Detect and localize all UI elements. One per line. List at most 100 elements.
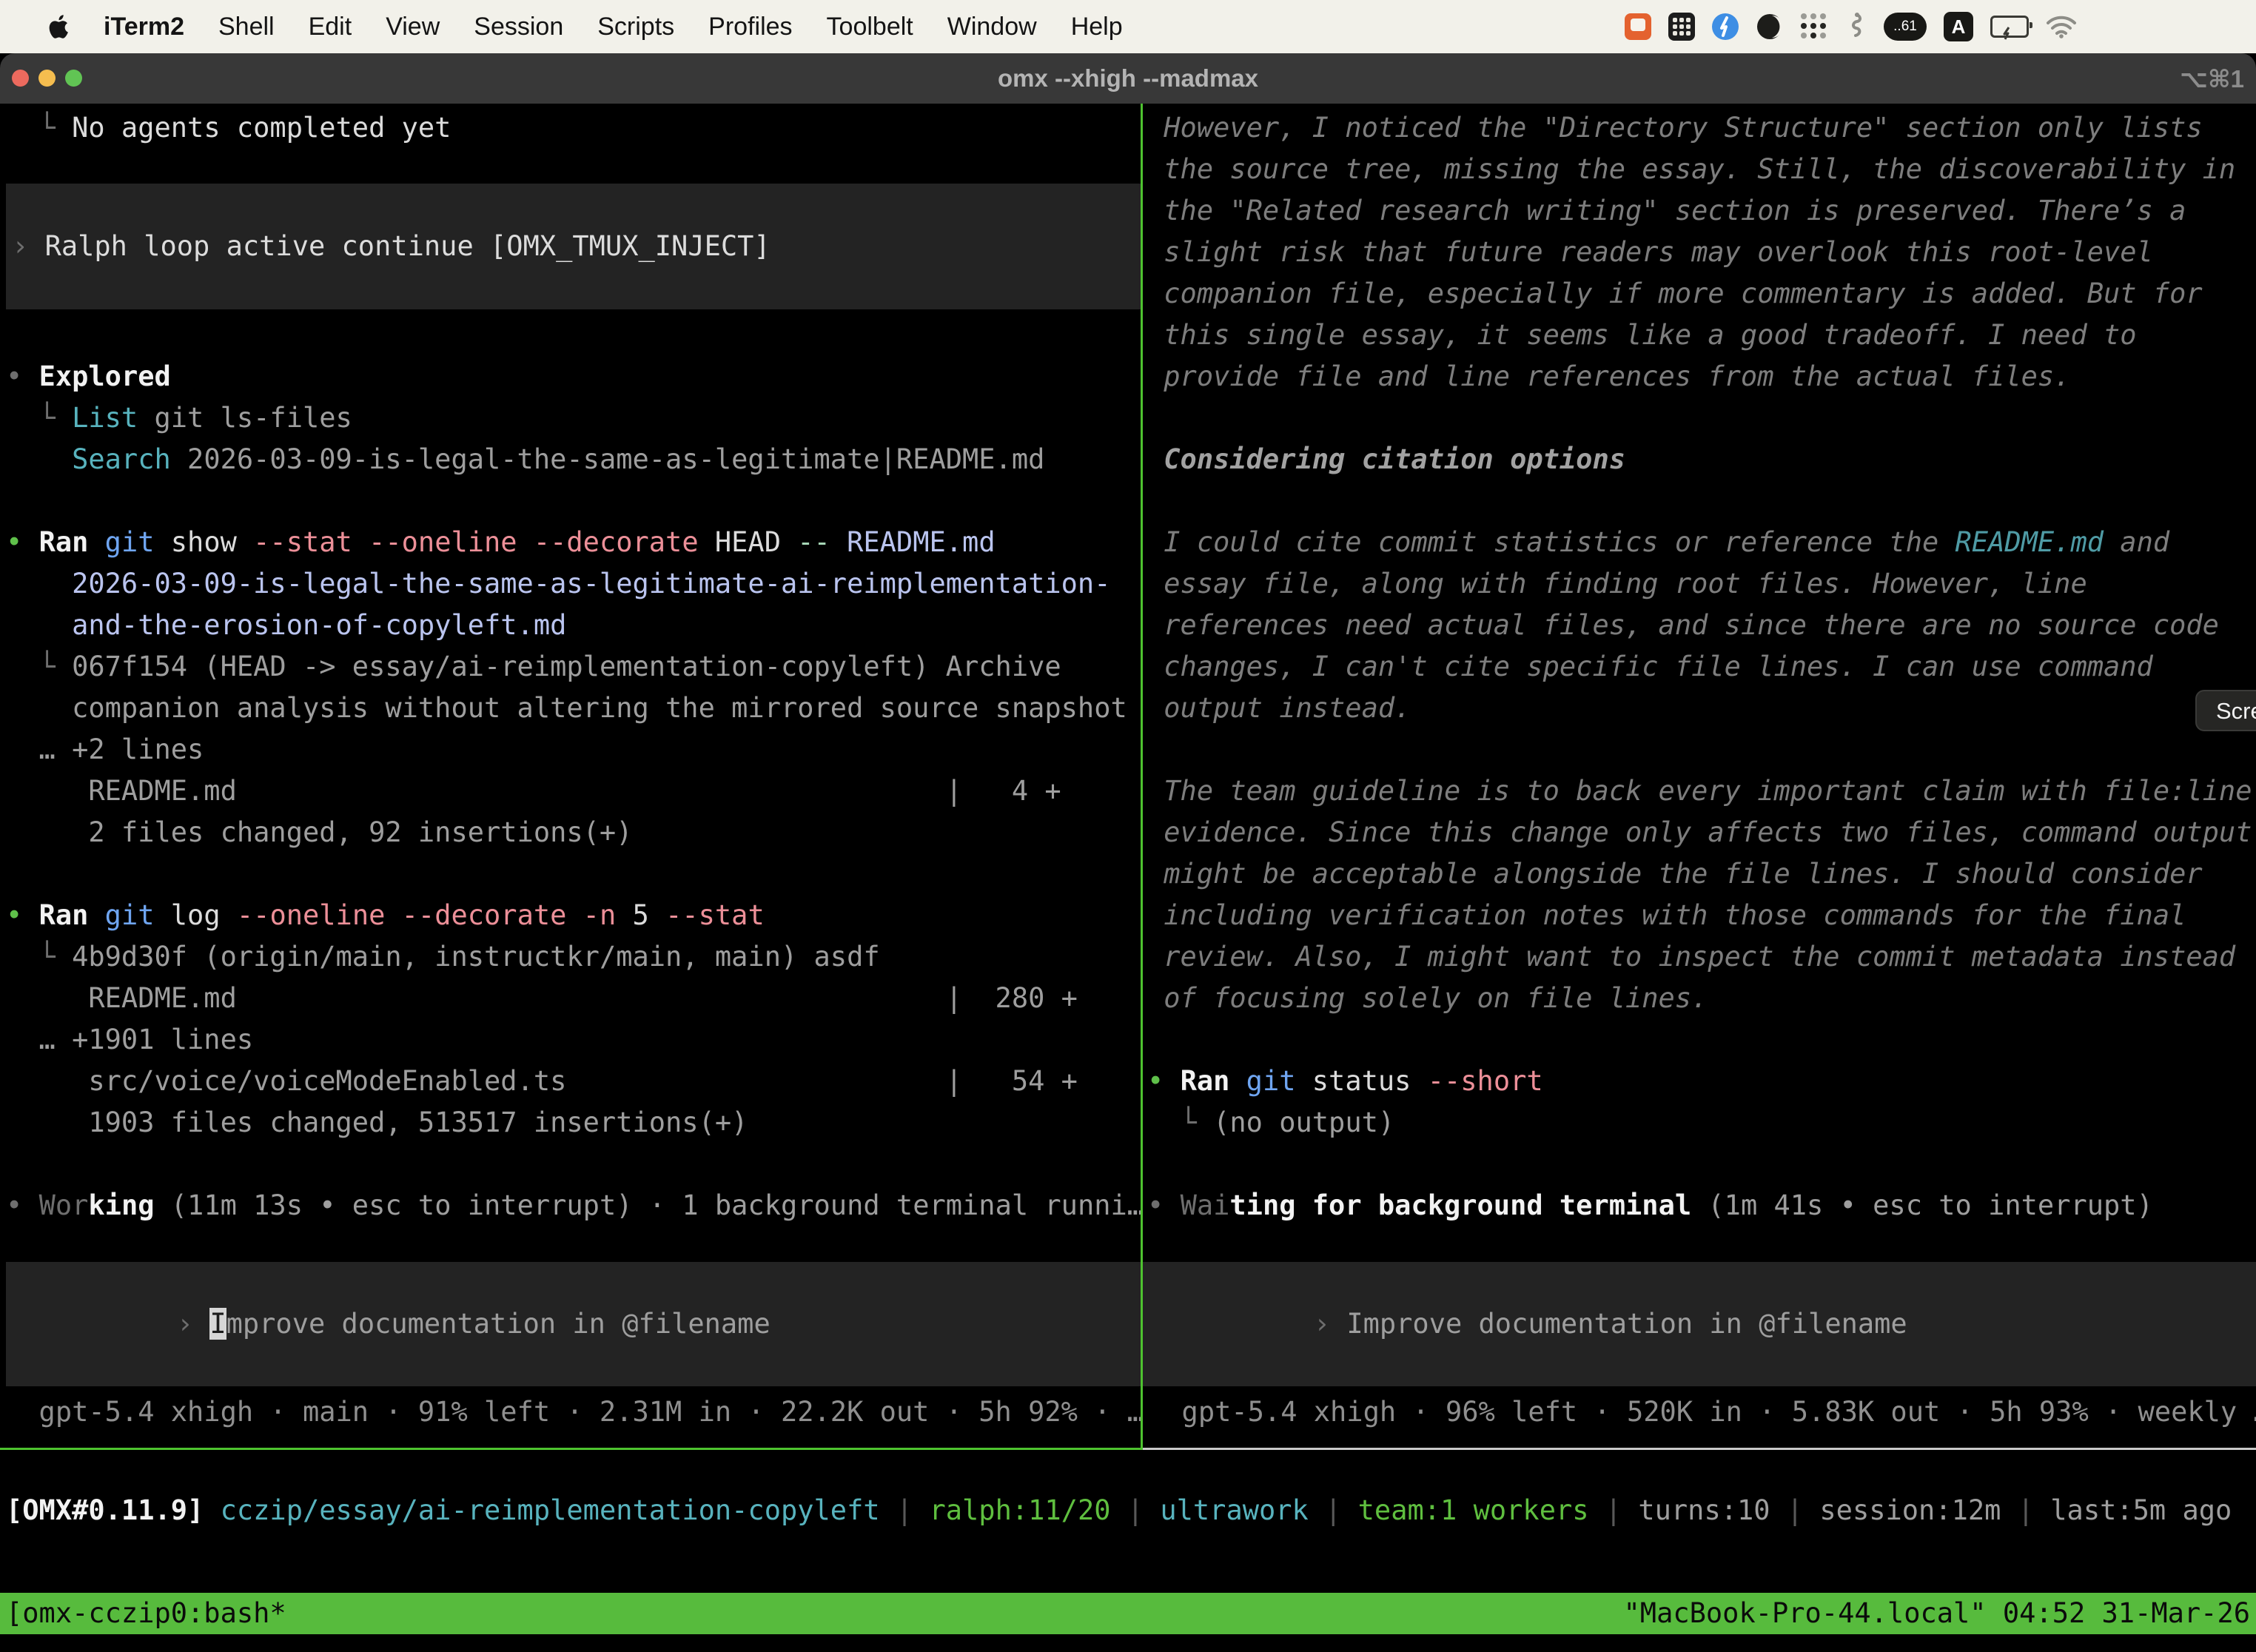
terminal-line <box>1147 729 2256 770</box>
tmux-status-bar: [omx-cczip0:bash* "MacBook-Pro-44.local"… <box>0 1593 2256 1634</box>
terminal-line: README.md | 280 + <box>6 978 1141 1019</box>
left-prompt-input[interactable]: › Improve documentation in @filename <box>6 1262 1141 1386</box>
terminal-line: └ 4b9d30f (origin/main, instructkr/main,… <box>6 936 1141 978</box>
right-pane-border <box>1143 1448 2256 1450</box>
terminal-line: companion file, especially if more comme… <box>1147 273 2256 315</box>
terminal-line: companion analysis without altering the … <box>6 688 1141 729</box>
terminal-line: provide file and line references from th… <box>1147 356 2256 397</box>
terminal-line: essay file, along with finding root file… <box>1147 563 2256 605</box>
right-input-text: Improve documentation in @filename <box>1346 1308 1907 1340</box>
seahorse-icon[interactable] <box>1844 12 1867 41</box>
terminal-line: this single essay, it seems like a good … <box>1147 315 2256 356</box>
left-input-text: mprove documentation in @filename <box>226 1308 771 1340</box>
menu-shell[interactable]: Shell <box>218 13 275 41</box>
terminal-line: review. Also, I might want to inspect th… <box>1147 936 2256 978</box>
terminal-line <box>1147 480 2256 522</box>
terminal-line <box>6 315 1141 356</box>
tmux-pane-left[interactable]: └ No agents completed yet • Explored └ Li… <box>0 104 1141 1448</box>
terminal-line: └ 067f154 (HEAD -> essay/ai-reimplementa… <box>6 646 1141 688</box>
right-prompt-input[interactable]: › Improve documentation in @filename <box>1143 1262 2256 1386</box>
chat-app-icon[interactable] <box>1625 13 1651 40</box>
terminal-line <box>6 480 1141 522</box>
wifi-icon[interactable] <box>2046 15 2077 38</box>
right-session-status: gpt-5.4 xhigh · 96% left · 520K in · 5.8… <box>1143 1391 2256 1433</box>
terminal-line <box>6 853 1141 895</box>
terminal-line: the source tree, missing the essay. Stil… <box>1147 149 2256 190</box>
terminal-line: • Waiting for background terminal (1m 41… <box>1147 1185 2256 1226</box>
left-pane-border <box>0 1448 1141 1450</box>
terminal-line: evidence. Since this change only affects… <box>1147 812 2256 853</box>
tmux-session-name: [omx-cczip0:bash* <box>6 1593 286 1634</box>
terminal-line: However, I noticed the "Directory Struct… <box>1147 107 2256 149</box>
menu-view[interactable]: View <box>386 13 440 41</box>
left-session-status: gpt-5.4 xhigh · main · 91% left · 2.31M … <box>0 1391 1141 1433</box>
terminal-line: output instead. <box>1147 688 2256 729</box>
ralph-loop-box: › Ralph loop active continue [OMX_TMUX_I… <box>6 184 1141 309</box>
terminal-line: … +1901 lines <box>6 1019 1141 1061</box>
terminal-line: [OMX#0.11.9] cczip/essay/ai-reimplementa… <box>6 1490 2232 1531</box>
keyboard-app-icon[interactable] <box>1668 13 1695 41</box>
terminal-line <box>1147 397 2256 439</box>
menu-profiles[interactable]: Profiles <box>708 13 792 41</box>
tmux-host-clock: "MacBook-Pro-44.local" 04:52 31-Mar-26 <box>1624 1593 2250 1634</box>
terminal-line: • Ran git log --oneline --decorate -n 5 … <box>6 895 1141 936</box>
percent-badge-icon[interactable]: ..61 <box>1884 13 1927 41</box>
omx-status-bar: [OMX#0.11.9] cczip/essay/ai-reimplementa… <box>0 1490 2232 1531</box>
terminal-line: changes, I can't cite specific file line… <box>1147 646 2256 688</box>
terminal-line: of focusing solely on file lines. <box>1147 978 2256 1019</box>
moon-contrast-icon[interactable] <box>1756 13 1784 41</box>
terminal-line: and-the-erosion-of-copyleft.md <box>6 605 1141 646</box>
prompt-chevron-icon: › <box>1314 1308 1347 1340</box>
dots-grid-icon[interactable] <box>1801 13 1827 40</box>
window-shortcut-badge: ⌥⌘1 <box>2180 53 2244 104</box>
terminal-line <box>1147 1144 2256 1185</box>
menu-help[interactable]: Help <box>1071 13 1123 41</box>
terminal-line: Considering citation options <box>1147 439 2256 480</box>
menu-iterm2[interactable]: iTerm2 <box>104 13 184 41</box>
terminal: └ No agents completed yet • Explored └ Li… <box>0 104 2256 1634</box>
screen-share-overlay[interactable]: Scre <box>2195 690 2256 731</box>
terminal-line: including verification notes with those … <box>1147 895 2256 936</box>
terminal-line: src/voice/voiceModeEnabled.ts | 54 + <box>6 1061 1141 1102</box>
window-title: omx --xhigh --madmax <box>0 53 2256 104</box>
text-cursor: I <box>209 1308 226 1340</box>
window-title-bar: omx --xhigh --madmax ⌥⌘1 <box>0 53 2256 104</box>
terminal-line: 2 files changed, 92 insertions(+) <box>6 812 1141 853</box>
terminal-line: slight risk that future readers may over… <box>1147 232 2256 273</box>
tmux-pane-right[interactable]: However, I noticed the "Directory Struct… <box>1143 104 2256 1448</box>
letter-a-app-icon[interactable]: A <box>1944 12 1973 41</box>
menu-scripts[interactable]: Scripts <box>597 13 674 41</box>
menu-items: iTerm2 Shell Edit View Session Scripts Profile… <box>104 13 1123 41</box>
terminal-line: └ No agents completed yet <box>6 107 1141 149</box>
macos-menu-bar: iTerm2 Shell Edit View Session Scripts Profile… <box>0 0 2256 53</box>
terminal-line: • Ran git show --stat --oneline --decora… <box>6 522 1141 563</box>
terminal-line: 1903 files changed, 513517 insertions(+) <box>6 1102 1141 1144</box>
terminal-line: └ List git ls-files <box>6 397 1141 439</box>
terminal-line: The team guideline is to back every impo… <box>1147 770 2256 812</box>
terminal-line: the "Related research writing" section i… <box>1147 190 2256 232</box>
terminal-line: • Ran git status --short <box>1147 1061 2256 1102</box>
terminal-line: • Working (11m 13s • esc to interrupt) ·… <box>6 1185 1141 1226</box>
terminal-line: Search 2026-03-09-is-legal-the-same-as-l… <box>6 439 1141 480</box>
terminal-line: I could cite commit statistics or refere… <box>1147 522 2256 563</box>
menu-session[interactable]: Session <box>474 13 563 41</box>
screen: iTerm2 Shell Edit View Session Scripts Profile… <box>0 0 2256 1652</box>
terminal-line: might be acceptable alongside the file l… <box>1147 853 2256 895</box>
pane-divider[interactable] <box>1141 104 1143 1450</box>
terminal-line <box>6 1144 1141 1185</box>
terminal-line: … +2 lines <box>6 729 1141 770</box>
terminal-line: README.md | 4 + <box>6 770 1141 812</box>
terminal-line: └ (no output) <box>1147 1102 2256 1144</box>
battery-charging-icon[interactable] <box>1990 16 2029 38</box>
prompt-chevron-icon: › <box>177 1308 210 1340</box>
menu-toolbelt[interactable]: Toolbelt <box>827 13 913 41</box>
menu-status-icons: ..61 A <box>1625 0 2077 53</box>
right-pane-output: However, I noticed the "Directory Struct… <box>1143 107 2256 1226</box>
terminal-line: references need actual files, and since … <box>1147 605 2256 646</box>
apple-menu-icon[interactable] <box>49 13 71 40</box>
terminal-line <box>1147 1019 2256 1061</box>
bolt-app-icon[interactable] <box>1712 13 1739 40</box>
terminal-line: • Explored <box>6 356 1141 397</box>
menu-edit[interactable]: Edit <box>309 13 352 41</box>
menu-window[interactable]: Window <box>947 13 1037 41</box>
